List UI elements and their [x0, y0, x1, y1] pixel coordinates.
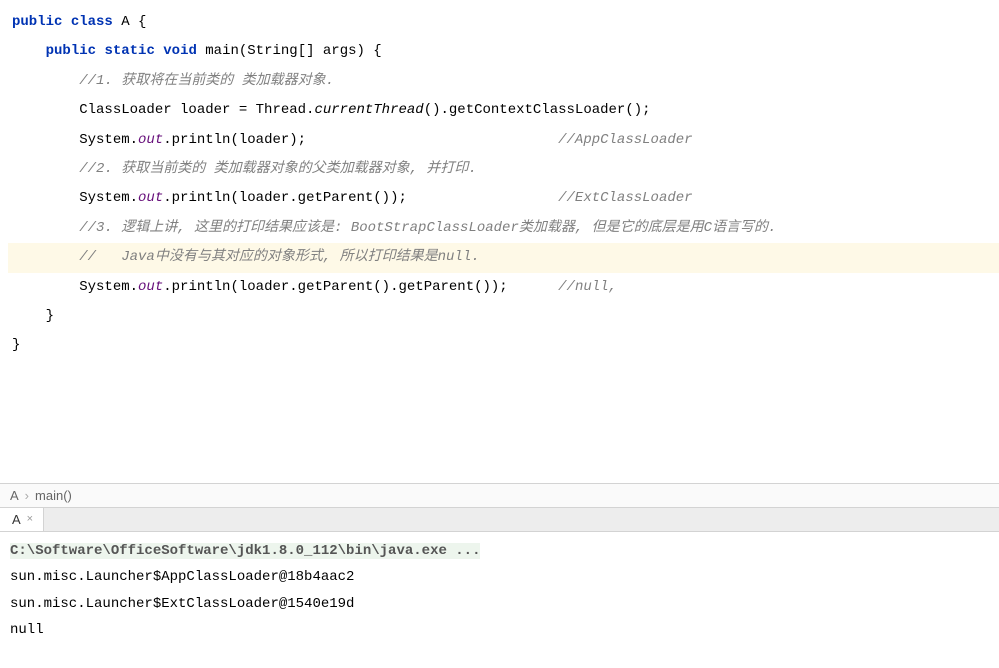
code-line: System.out.println(loader); //AppClassLo…	[8, 126, 999, 155]
tab-label: A	[12, 512, 21, 527]
console-command: C:\Software\OfficeSoftware\jdk1.8.0_112\…	[10, 538, 989, 565]
console-tabs: A ×	[0, 508, 999, 532]
breadcrumb-item[interactable]: main()	[35, 488, 72, 503]
code-line: System.out.println(loader.getParent()); …	[8, 184, 999, 213]
editor-spacer	[0, 369, 999, 483]
code-line: public class A {	[8, 8, 999, 37]
code-line: }	[8, 331, 999, 360]
console-line: null	[10, 617, 989, 644]
console-line: sun.misc.Launcher$AppClassLoader@18b4aac…	[10, 564, 989, 591]
console-tab[interactable]: A ×	[0, 508, 44, 531]
console-line: sun.misc.Launcher$ExtClassLoader@1540e19…	[10, 591, 989, 618]
code-line: }	[8, 302, 999, 331]
code-line-highlighted: // Java中没有与其对应的对象形式, 所以打印结果是null.	[8, 243, 999, 272]
code-line: //2. 获取当前类的 类加载器对象的父类加载器对象, 并打印.	[8, 155, 999, 184]
code-line: //1. 获取将在当前类的 类加载器对象.	[8, 67, 999, 96]
breadcrumb-item[interactable]: A	[10, 488, 19, 503]
code-line: //3. 逻辑上讲, 这里的打印结果应该是: BootStrapClassLoa…	[8, 214, 999, 243]
code-line: ClassLoader loader = Thread.currentThrea…	[8, 96, 999, 125]
breadcrumb-separator: ›	[25, 488, 29, 503]
code-line: System.out.println(loader.getParent().ge…	[8, 273, 999, 302]
close-icon[interactable]: ×	[27, 513, 33, 525]
breadcrumb[interactable]: A › main()	[0, 483, 999, 508]
console-output[interactable]: C:\Software\OfficeSoftware\jdk1.8.0_112\…	[0, 532, 999, 650]
code-editor[interactable]: public class A { public static void main…	[0, 0, 999, 369]
code-line: public static void main(String[] args) {	[8, 37, 999, 66]
